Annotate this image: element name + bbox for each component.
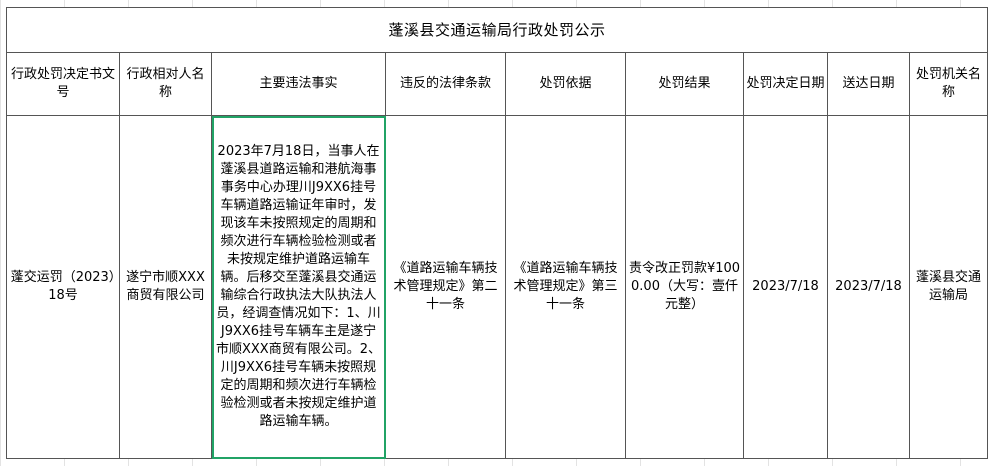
cell-law[interactable]: 《道路运输车辆技术管理规定》第二十一条 bbox=[385, 115, 506, 459]
penalty-notice-table: 蓬溪县交通运输局行政处罚公示 行政处罚决定书文号 行政相对人名称 主要违法事实 … bbox=[5, 7, 988, 459]
table-row: 蓬交运罚（2023）18号 遂宁市顺XXX商贸有限公司 2023年7月18日，当… bbox=[6, 115, 988, 459]
header-party[interactable]: 行政相对人名称 bbox=[119, 52, 212, 116]
header-result[interactable]: 处罚结果 bbox=[625, 52, 744, 116]
cell-delivery-date[interactable]: 2023/7/18 bbox=[827, 115, 910, 459]
cell-authority[interactable]: 蓬溪县交通运输局 bbox=[908, 115, 988, 459]
cell-basis[interactable]: 《道路运输车辆技术管理规定》第三十一条 bbox=[505, 115, 626, 459]
cell-decision-date[interactable]: 2023/7/18 bbox=[743, 115, 828, 459]
header-doc-no[interactable]: 行政处罚决定书文号 bbox=[6, 52, 120, 116]
header-authority[interactable]: 处罚机关名称 bbox=[908, 52, 988, 116]
header-basis[interactable]: 处罚依据 bbox=[505, 52, 626, 116]
header-law[interactable]: 违反的法律条款 bbox=[385, 52, 506, 116]
header-row: 行政处罚决定书文号 行政相对人名称 主要违法事实 违反的法律条款 处罚依据 处罚… bbox=[6, 52, 988, 116]
cell-doc-no[interactable]: 蓬交运罚（2023）18号 bbox=[6, 115, 120, 459]
cell-result[interactable]: 责令改正罚款¥1000.00（大写：壹仟元整） bbox=[625, 115, 744, 459]
cell-party[interactable]: 遂宁市顺XXX商贸有限公司 bbox=[119, 115, 212, 459]
header-delivery-date[interactable]: 送达日期 bbox=[827, 52, 910, 116]
page-title[interactable]: 蓬溪县交通运输局行政处罚公示 bbox=[5, 7, 988, 53]
cell-facts-selected[interactable]: 2023年7月18日，当事人在蓬溪县道路运输和港航海事事务中心办理川J9XX6挂… bbox=[211, 115, 386, 459]
header-facts[interactable]: 主要违法事实 bbox=[211, 52, 386, 116]
header-decision-date[interactable]: 处罚决定日期 bbox=[743, 52, 828, 116]
